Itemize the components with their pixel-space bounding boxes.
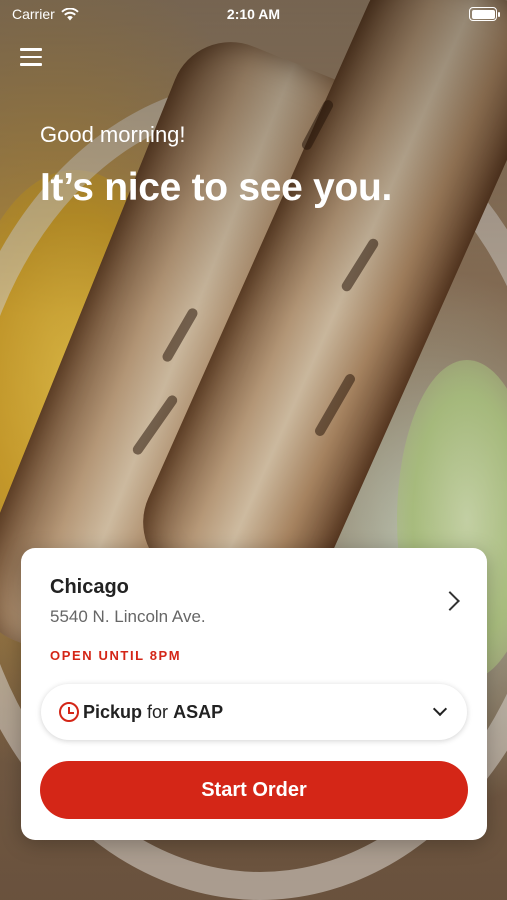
order-card: Chicago 5540 N. Lincoln Ave. OPEN UNTIL … [21, 548, 487, 840]
chevron-down-icon [432, 701, 448, 717]
hours-status: OPEN UNTIL 8PM [50, 648, 182, 663]
order-mode-type: Pickup [83, 701, 143, 722]
status-bar: Carrier 2:10 AM [0, 0, 507, 28]
location-address: 5540 N. Lincoln Ave. [50, 607, 206, 626]
order-mode-text: Pickup for ASAP [83, 702, 223, 723]
start-order-button[interactable]: Start Order [40, 761, 468, 819]
greeting-text: Good morning! [40, 122, 186, 147]
battery-icon [469, 7, 500, 21]
order-mode-time: ASAP [173, 701, 224, 722]
status-time: 2:10 AM [226, 6, 281, 22]
order-mode-selector[interactable]: Pickup for ASAP [41, 684, 467, 740]
headline-text: It’s nice to see you. [40, 166, 393, 209]
location-selector[interactable]: Chicago 5540 N. Lincoln Ave. [50, 576, 463, 636]
clock-icon [59, 702, 79, 722]
order-mode-connector: for [147, 701, 169, 722]
menu-icon[interactable] [20, 48, 42, 68]
location-city: Chicago [50, 576, 129, 598]
